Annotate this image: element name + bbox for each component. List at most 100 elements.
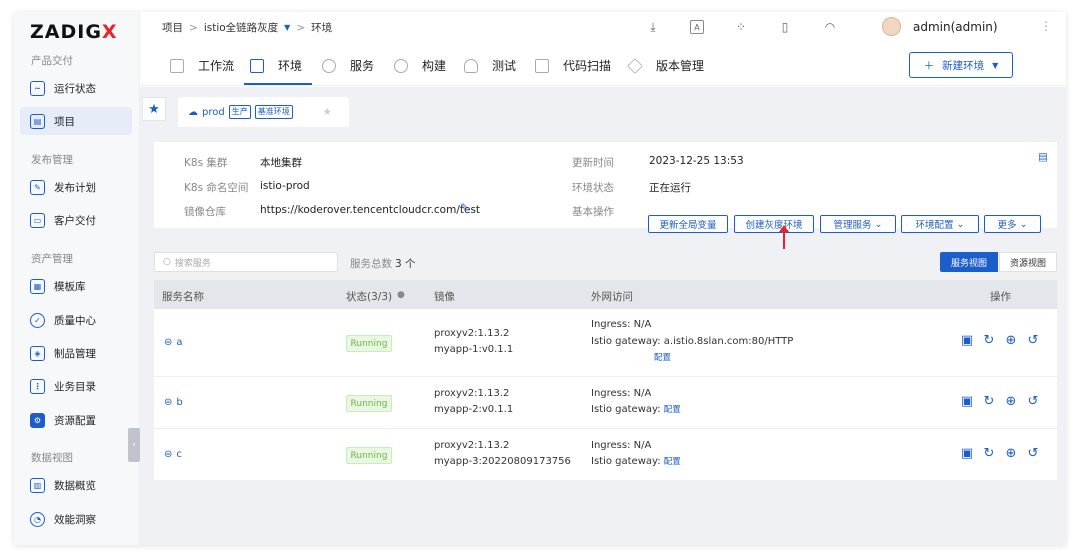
env-badge-production: 生产 (228, 105, 251, 119)
view-icon[interactable]: ▣ (960, 446, 974, 461)
restart-icon[interactable]: ↻ (982, 333, 996, 348)
manage-services-button[interactable]: 管理服务 ⌄ (820, 215, 896, 233)
sidebar-item-project[interactable]: ▤ 项目 (20, 107, 132, 135)
new-environment-button[interactable]: ＋新建环境 ▼ (909, 52, 1013, 78)
status-badge: Running (346, 335, 392, 352)
history-icon[interactable]: ↺ (1026, 446, 1040, 461)
catalog-icon: ⋮ (30, 378, 45, 394)
scan-icon (535, 58, 549, 73)
service-view-button[interactable]: 服务视图 (940, 252, 998, 272)
update-time-value: 2023-12-25 13:53 (649, 155, 744, 167)
view-icon[interactable]: ▣ (960, 333, 974, 348)
tab-build[interactable]: 构建 (394, 57, 446, 74)
gateway-text: Istio gateway: 配置 (591, 404, 681, 415)
chevron-left-icon: ‹ (132, 440, 136, 450)
config-link[interactable]: 配置 (664, 457, 681, 467)
upgrade-icon[interactable]: ⊕ (1004, 394, 1018, 409)
sidebar-item-insight[interactable]: ◔ 效能洞察 (20, 505, 132, 533)
star-outline-icon[interactable]: ★ (323, 107, 332, 118)
chevron-down-icon: ⌄ (956, 218, 965, 230)
edit-icon[interactable]: ✎ (460, 202, 469, 214)
sidebar-item-resources[interactable]: ⚙ 资源配置 (20, 406, 132, 434)
sidebar-item-delivery[interactable]: ▭ 客户交付 (20, 206, 132, 234)
env-config-button[interactable]: 环境配置 ⌄ (901, 215, 979, 233)
chevron-down-icon: ⌄ (1019, 218, 1028, 230)
history-icon[interactable]: ↺ (1026, 394, 1040, 409)
chevron-down-icon: ⌄ (874, 218, 883, 230)
upgrade-icon[interactable]: ⊕ (1004, 333, 1018, 348)
code-icon (250, 58, 264, 73)
breadcrumb-project[interactable]: istio全链路灰度 (204, 20, 278, 35)
breadcrumb-page: 环境 (311, 22, 333, 34)
translate-icon[interactable]: A (690, 20, 704, 34)
image-1: proxyv2:1.13.2 (434, 440, 510, 451)
sidebar-item-quality[interactable]: ✓ 质量中心 (20, 306, 132, 334)
avatar[interactable] (882, 17, 901, 36)
create-gray-env-button[interactable]: 创建灰度环境 (734, 215, 814, 233)
table-row: ⊜ b Running proxyv2:1.13.2 myapp-2:v0.1.1… (154, 377, 1057, 429)
help-icon[interactable]: ● (397, 290, 405, 300)
sidebar-section-title: 发布管理 (31, 154, 73, 166)
caret-down-icon[interactable]: ▼ (284, 23, 290, 32)
namespace-value: istio-prod (260, 180, 310, 192)
book-icon[interactable]: ▯ (778, 20, 792, 34)
project-icon: ▤ (30, 113, 45, 129)
gateway-url[interactable]: a.istio.8slan.com:80/HTTP (664, 336, 794, 347)
breadcrumb-separator: > (189, 21, 198, 34)
sidebar-item-release-plan[interactable]: ✎ 发布计划 (20, 173, 132, 201)
update-global-vars-button[interactable]: 更新全局变量 (648, 215, 728, 233)
bell-icon[interactable]: ◠ (823, 20, 837, 34)
cloud-icon: ☁ (188, 106, 198, 118)
config-link[interactable]: 配置 (654, 350, 671, 366)
ingress-text: Ingress: N/A (591, 319, 652, 330)
search-icon: ○ (163, 257, 171, 267)
tab-version[interactable]: 版本管理 (627, 57, 704, 74)
service-link-c[interactable]: ⊜ c (164, 447, 182, 463)
service-link-b[interactable]: ⊜ b (164, 395, 183, 411)
diamond-icon (627, 57, 643, 74)
col-name: 服务名称 (162, 291, 204, 303)
breadcrumb: 项目 > istio全链路灰度 ▼ > 环境 (162, 20, 332, 35)
config-link[interactable]: 配置 (664, 405, 681, 415)
history-icon[interactable]: ↺ (1026, 333, 1040, 348)
tab-workflow[interactable]: 工作流 (170, 57, 234, 74)
image-1: proxyv2:1.13.2 (434, 388, 510, 399)
tab-test[interactable]: 测试 (464, 57, 516, 74)
more-button[interactable]: 更多 ⌄ (984, 215, 1041, 233)
env-tab-prod[interactable]: ☁ prod 生产 基准环境 ★ (178, 97, 349, 127)
table-row: ⊜ a Running proxyv2:1.13.2 myapp-1:v0.1.1… (154, 309, 1057, 377)
image-1: proxyv2:1.13.2 (434, 328, 510, 339)
tab-environment[interactable]: 环境 (250, 57, 302, 74)
more-vertical-icon[interactable]: ⋮ (1040, 19, 1052, 33)
star-icon[interactable]: ★ (142, 97, 166, 121)
resource-icon: ⚙ (30, 412, 45, 428)
env-tabs: ★ ☁ prod 生产 基准环境 ★ (142, 97, 349, 127)
search-input[interactable]: ○ 搜索服务 (154, 252, 338, 272)
sidebar-collapse-handle[interactable]: ‹ (128, 428, 140, 462)
insight-icon: ◔ (30, 511, 45, 527)
zadig-logo[interactable]: ZADIGX (30, 21, 118, 43)
service-icon: ⊜ (164, 449, 173, 460)
service-link-a[interactable]: ⊜ a (164, 335, 183, 351)
document-icon[interactable]: ▤ (1038, 151, 1048, 163)
sidebar-item-catalog[interactable]: ⋮ 业务目录 (20, 372, 132, 400)
status-badge: Running (346, 395, 392, 412)
resource-view-button[interactable]: 资源视图 (999, 252, 1057, 272)
table-row: ⊜ c Running proxyv2:1.13.2 myapp-3:202208… (154, 429, 1057, 481)
view-icon[interactable]: ▣ (960, 394, 974, 409)
breadcrumb-root[interactable]: 项目 (162, 20, 183, 35)
tab-code-scan[interactable]: 代码扫描 (535, 57, 611, 74)
sidebar-item-templates[interactable]: ▦ 模板库 (20, 272, 132, 300)
upgrade-icon[interactable]: ⊕ (1004, 446, 1018, 461)
sidebar-item-data-overview[interactable]: ▥ 数据概览 (20, 471, 132, 499)
sidebar-section-title: 资产管理 (31, 253, 73, 265)
user-name[interactable]: admin(admin) (913, 20, 998, 34)
col-status: 状态(3/3) (346, 291, 393, 303)
network-icon[interactable]: ⁘ (734, 20, 748, 34)
sidebar-item-run-status[interactable]: ~ 运行状态 (20, 74, 132, 102)
restart-icon[interactable]: ↻ (982, 394, 996, 409)
tab-service[interactable]: 服务 (322, 57, 374, 74)
restart-icon[interactable]: ↻ (982, 446, 996, 461)
sidebar-item-artifacts[interactable]: ◈ 制品管理 (20, 339, 132, 367)
download-icon[interactable]: ⤓ (646, 20, 660, 34)
